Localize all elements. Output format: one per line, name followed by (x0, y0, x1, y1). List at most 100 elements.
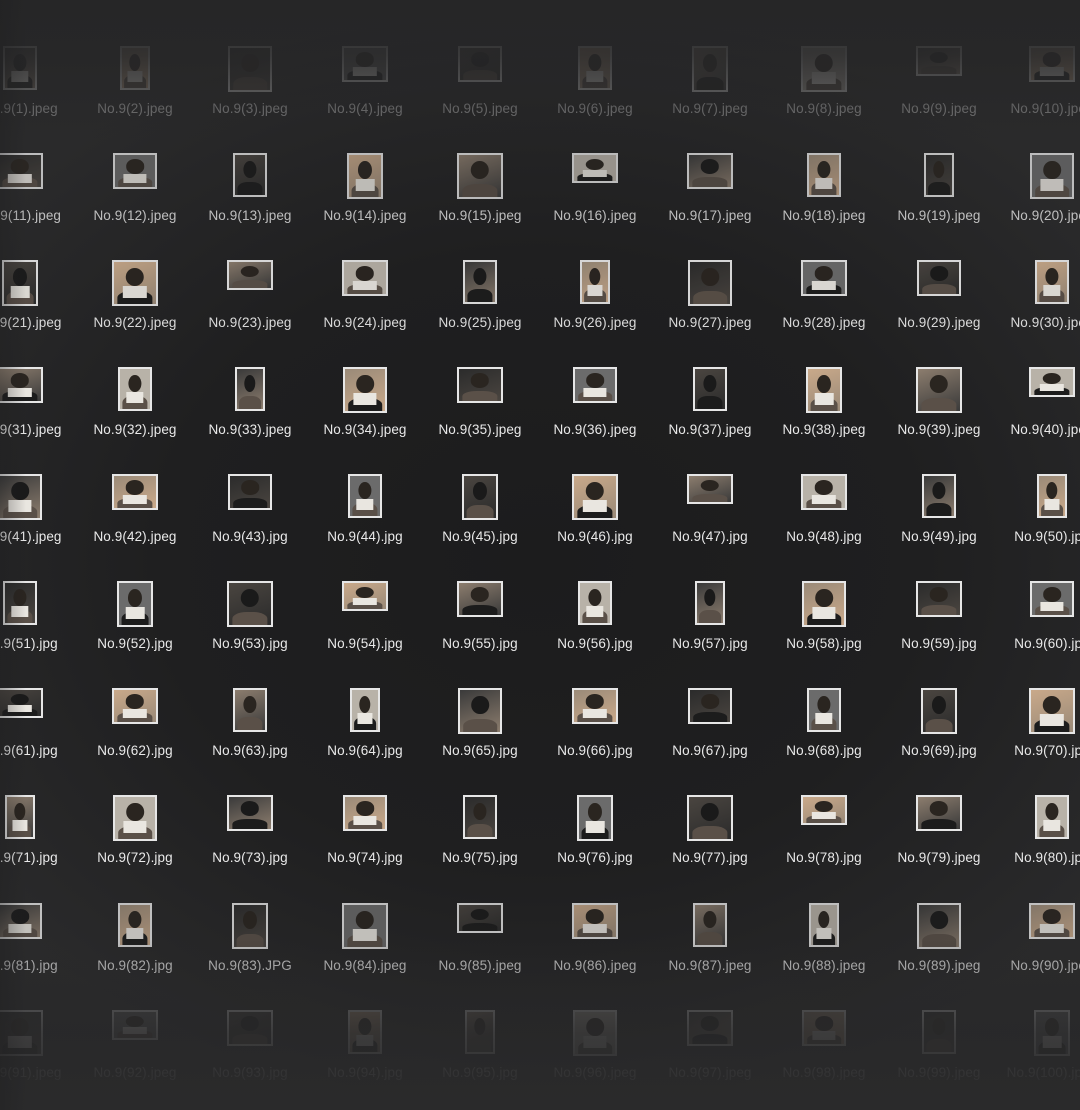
file-item[interactable]: No.9(43).jpg (192, 452, 308, 552)
image-thumbnail[interactable] (695, 581, 725, 625)
file-item[interactable]: No.9(4).jpeg (307, 24, 423, 124)
file-item[interactable]: No.9(96).jpeg (537, 988, 653, 1088)
image-thumbnail[interactable] (343, 367, 387, 413)
file-item[interactable]: No.9(41).jpeg (0, 452, 78, 552)
image-thumbnail[interactable] (347, 153, 383, 199)
file-item[interactable]: No.9(86).jpeg (537, 881, 653, 981)
file-item[interactable]: No.9(16).jpeg (537, 131, 653, 231)
file-item[interactable]: No.9(30).jpeg (994, 238, 1080, 338)
image-thumbnail[interactable] (922, 1010, 956, 1054)
file-item[interactable]: No.9(91).jpeg (0, 988, 78, 1088)
file-item[interactable]: No.9(93).jpg (192, 988, 308, 1088)
file-item[interactable]: No.9(89).jpeg (881, 881, 997, 981)
image-thumbnail[interactable] (233, 153, 267, 197)
image-thumbnail[interactable] (688, 260, 732, 306)
file-item[interactable]: No.9(66).jpg (537, 666, 653, 766)
file-item[interactable]: No.9(14).jpeg (307, 131, 423, 231)
image-thumbnail[interactable] (2, 260, 38, 306)
image-thumbnail[interactable] (687, 474, 733, 504)
image-thumbnail[interactable] (1029, 688, 1075, 734)
file-item[interactable]: No.9(18).jpeg (766, 131, 882, 231)
image-thumbnail[interactable] (0, 1010, 43, 1056)
file-item[interactable]: No.9(26).jpeg (537, 238, 653, 338)
image-thumbnail[interactable] (228, 474, 272, 510)
image-thumbnail[interactable] (1037, 474, 1067, 518)
file-item[interactable]: No.9(90).jpeg (994, 881, 1080, 981)
image-thumbnail[interactable] (807, 153, 841, 197)
image-thumbnail[interactable] (227, 260, 273, 290)
image-thumbnail[interactable] (457, 581, 503, 617)
image-thumbnail[interactable] (809, 903, 839, 947)
image-thumbnail[interactable] (112, 474, 158, 510)
file-item[interactable]: No.9(46).jpg (537, 452, 653, 552)
file-item[interactable]: No.9(75).jpg (422, 773, 538, 873)
image-thumbnail[interactable] (916, 795, 962, 831)
image-thumbnail[interactable] (924, 153, 954, 197)
image-thumbnail[interactable] (117, 581, 153, 627)
image-thumbnail[interactable] (693, 367, 727, 411)
image-thumbnail[interactable] (112, 260, 158, 306)
image-thumbnail[interactable] (802, 1010, 846, 1046)
image-thumbnail[interactable] (1029, 903, 1075, 939)
image-thumbnail[interactable] (916, 367, 962, 413)
file-item[interactable]: No.9(54).jpg (307, 559, 423, 659)
image-thumbnail[interactable] (458, 688, 502, 734)
file-item[interactable]: No.9(40).jpeg (994, 345, 1080, 445)
image-thumbnail[interactable] (0, 474, 42, 520)
image-thumbnail[interactable] (916, 46, 962, 76)
image-thumbnail[interactable] (5, 795, 35, 839)
image-thumbnail[interactable] (573, 1010, 617, 1056)
image-thumbnail[interactable] (227, 795, 273, 831)
file-item[interactable]: No.9(82).jpg (77, 881, 193, 981)
file-item[interactable]: No.9(35).jpeg (422, 345, 538, 445)
file-item[interactable]: No.9(13).jpeg (192, 131, 308, 231)
file-item[interactable]: No.9(94).jpg (307, 988, 423, 1088)
file-item[interactable]: No.9(85).jpeg (422, 881, 538, 981)
file-item[interactable]: No.9(59).jpg (881, 559, 997, 659)
file-item[interactable]: No.9(58).jpg (766, 559, 882, 659)
file-item[interactable]: No.9(9).jpeg (881, 24, 997, 124)
file-item[interactable]: No.9(84).jpeg (307, 881, 423, 981)
image-thumbnail[interactable] (233, 688, 267, 732)
image-thumbnail[interactable] (1035, 260, 1069, 304)
image-thumbnail[interactable] (113, 153, 157, 189)
file-item[interactable]: No.9(3).jpeg (192, 24, 308, 124)
image-thumbnail[interactable] (228, 46, 272, 92)
file-item[interactable]: No.9(70).jpg (994, 666, 1080, 766)
image-thumbnail[interactable] (688, 688, 732, 724)
file-item[interactable]: No.9(10).jpeg (994, 24, 1080, 124)
image-thumbnail[interactable] (693, 903, 727, 947)
file-item[interactable]: No.9(50).jpg (994, 452, 1080, 552)
file-item[interactable]: No.9(67).jpg (652, 666, 768, 766)
image-thumbnail[interactable] (118, 903, 152, 947)
image-thumbnail[interactable] (806, 367, 842, 413)
file-item[interactable]: No.9(69).jpg (881, 666, 997, 766)
file-item[interactable]: No.9(47).jpg (652, 452, 768, 552)
file-item[interactable]: No.9(87).jpeg (652, 881, 768, 981)
file-item[interactable]: No.9(19).jpeg (881, 131, 997, 231)
file-item[interactable]: No.9(23).jpeg (192, 238, 308, 338)
file-item[interactable]: No.9(64).jpg (307, 666, 423, 766)
file-item[interactable]: No.9(12).jpeg (77, 131, 193, 231)
image-thumbnail[interactable] (465, 1010, 495, 1054)
file-item[interactable]: No.9(73).jpg (192, 773, 308, 873)
image-thumbnail[interactable] (577, 795, 613, 841)
image-thumbnail[interactable] (350, 688, 380, 732)
image-thumbnail[interactable] (343, 795, 387, 831)
file-item[interactable]: No.9(99).jpeg (881, 988, 997, 1088)
file-item[interactable]: No.9(32).jpeg (77, 345, 193, 445)
image-thumbnail[interactable] (232, 903, 268, 949)
file-item[interactable]: No.9(37).jpeg (652, 345, 768, 445)
file-item[interactable]: No.9(34).jpeg (307, 345, 423, 445)
file-item[interactable]: No.9(44).jpg (307, 452, 423, 552)
image-thumbnail[interactable] (916, 581, 962, 617)
image-thumbnail[interactable] (457, 153, 503, 199)
image-thumbnail[interactable] (348, 474, 382, 518)
file-item[interactable]: No.9(45).jpg (422, 452, 538, 552)
file-item[interactable]: No.9(49).jpg (881, 452, 997, 552)
file-item[interactable]: No.9(36).jpeg (537, 345, 653, 445)
file-item[interactable]: No.9(5).jpeg (422, 24, 538, 124)
image-thumbnail[interactable] (692, 46, 728, 92)
image-thumbnail[interactable] (572, 903, 618, 939)
file-item[interactable]: No.9(15).jpeg (422, 131, 538, 231)
